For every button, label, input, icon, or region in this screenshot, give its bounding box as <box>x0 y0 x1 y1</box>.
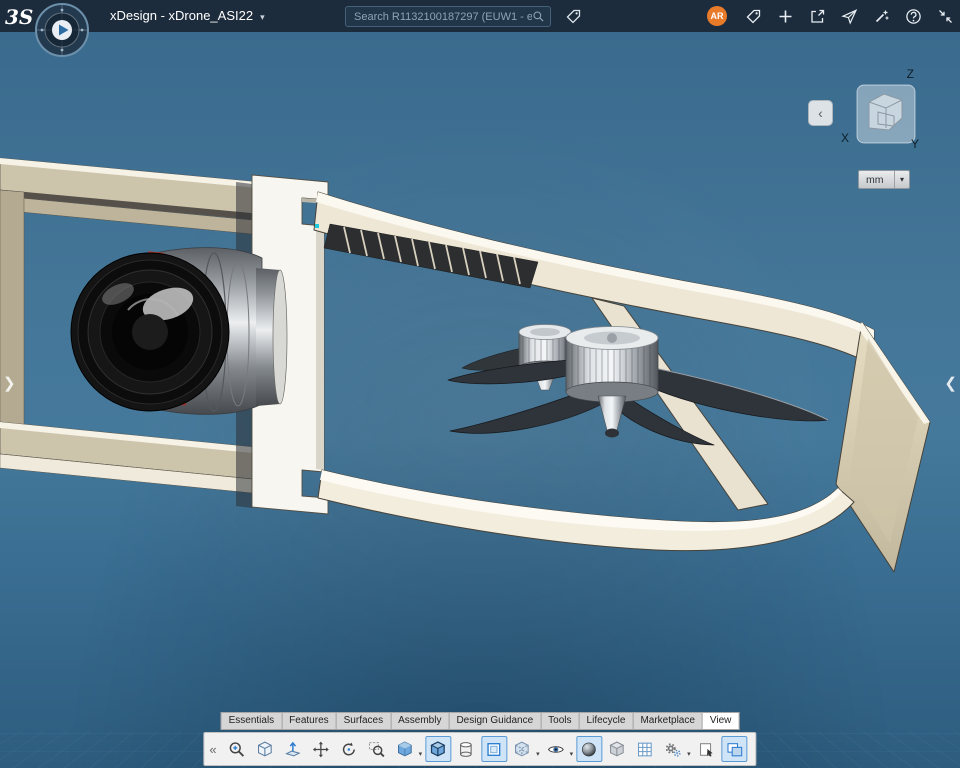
visibility-dropdown-caret[interactable] <box>570 750 574 758</box>
pan-icon <box>312 741 329 757</box>
units-dropdown[interactable]: mm <box>858 170 910 189</box>
exit-fullscreen-icon[interactable] <box>937 8 954 25</box>
tab-lifecycle[interactable]: Lifecycle <box>579 712 634 730</box>
tag-icon[interactable] <box>745 8 762 25</box>
tab-essentials[interactable]: Essentials <box>220 712 283 730</box>
tag-icon <box>566 9 580 24</box>
zoom-area-icon <box>368 741 385 757</box>
camera-lens[interactable] <box>70 252 230 412</box>
view-toolbar <box>203 732 757 766</box>
document-title-label: xDesign - xDrone_ASI22 <box>110 8 254 23</box>
tag-search-button[interactable] <box>561 6 585 27</box>
isometric-view-icon <box>257 741 272 756</box>
expand-left-panel-button[interactable] <box>3 374 16 392</box>
visibility-button[interactable] <box>543 736 569 762</box>
3ds-logo: 3S <box>5 5 33 29</box>
rotate-icon <box>342 742 355 755</box>
send-icon[interactable] <box>841 8 858 25</box>
ghost-mode-icon <box>487 742 501 756</box>
normal-to-icon <box>284 741 301 756</box>
wireframe-button[interactable] <box>453 736 479 762</box>
zoom-in-icon <box>229 741 244 757</box>
tab-features[interactable]: Features <box>282 712 337 730</box>
ribbon-tab-bar: Essentials Features Surfaces Assembly De… <box>220 712 740 730</box>
ambient-occlusion-button[interactable] <box>576 736 603 762</box>
zoom-in-button[interactable] <box>224 736 250 762</box>
tab-tools[interactable]: Tools <box>541 712 580 730</box>
tab-marketplace[interactable]: Marketplace <box>633 712 703 730</box>
multi-viewport-button[interactable] <box>721 736 748 762</box>
eye-icon <box>547 745 564 753</box>
perspective-button[interactable] <box>604 736 630 762</box>
ambient-occlusion-icon <box>582 742 596 756</box>
zoom-area-button[interactable] <box>364 736 390 762</box>
view-cube[interactable] <box>856 84 916 144</box>
top-app-bar: 3S xDesign - xDrone_ASI22 AR <box>0 0 960 57</box>
drone-model[interactable] <box>0 32 960 768</box>
front-rotor[interactable] <box>447 326 829 446</box>
collapse-viewcube-button[interactable] <box>808 100 833 126</box>
document-title[interactable]: xDesign - xDrone_ASI22 <box>110 0 265 32</box>
perspective-cube-icon <box>609 741 625 756</box>
chevron-down-icon <box>260 1 265 33</box>
isometric-view-button[interactable] <box>252 736 278 762</box>
view-settings-button[interactable] <box>660 736 686 762</box>
share-icon[interactable] <box>809 8 826 25</box>
pan-button[interactable] <box>308 736 334 762</box>
shaded-with-edges-icon <box>430 740 446 757</box>
tab-assembly[interactable]: Assembly <box>391 712 450 730</box>
multi-viewport-icon <box>727 742 743 756</box>
search-input[interactable] <box>354 10 532 23</box>
rotate-button[interactable] <box>336 736 362 762</box>
transparency-button[interactable] <box>509 736 535 762</box>
tab-surfaces[interactable]: Surfaces <box>336 712 392 730</box>
viewport-canvas[interactable]: Z X Y mm Essentials Features Surfaces As… <box>0 32 960 768</box>
view-settings-dropdown-caret[interactable] <box>687 750 691 758</box>
wireframe-cylinder-icon <box>460 741 472 757</box>
search-icon[interactable] <box>532 10 545 23</box>
normal-to-button[interactable] <box>280 736 306 762</box>
collapse-toolbar-icon[interactable] <box>209 742 216 757</box>
axis-y-label: Y <box>910 137 919 151</box>
avatar[interactable]: AR <box>707 6 727 26</box>
shaded-view-icon <box>397 741 412 756</box>
highlighted-vertex[interactable] <box>315 224 319 228</box>
add-icon[interactable] <box>777 8 794 25</box>
search-box <box>345 6 551 27</box>
gear-icon <box>666 742 681 757</box>
transparent-cube-icon <box>515 741 529 756</box>
grid-icon <box>638 742 652 756</box>
help-icon[interactable] <box>905 8 922 25</box>
expand-right-panel-button[interactable] <box>944 374 957 392</box>
tab-view[interactable]: View <box>702 712 740 730</box>
3d-compass[interactable] <box>34 2 90 58</box>
render-style-dropdown-caret[interactable] <box>419 750 423 758</box>
chevron-down-icon <box>894 171 909 188</box>
grid-button[interactable] <box>632 736 658 762</box>
pick-view-icon <box>699 742 713 757</box>
pick-view-button[interactable] <box>694 736 720 762</box>
topbar-actions: AR <box>707 0 954 32</box>
assistant-icon[interactable] <box>873 8 890 25</box>
units-value: mm <box>866 173 884 186</box>
transparency-dropdown-caret[interactable] <box>536 750 540 758</box>
axis-x-label: X <box>840 131 849 145</box>
shaded-with-edges-button[interactable] <box>425 736 452 762</box>
drone-arm-assembly[interactable] <box>0 157 931 573</box>
axis-z-label: Z <box>906 67 914 81</box>
ghost-mode-button[interactable] <box>481 736 508 762</box>
render-style-button[interactable] <box>392 736 418 762</box>
svg-text:3S: 3S <box>5 5 33 29</box>
tab-design-guidance[interactable]: Design Guidance <box>449 712 542 730</box>
